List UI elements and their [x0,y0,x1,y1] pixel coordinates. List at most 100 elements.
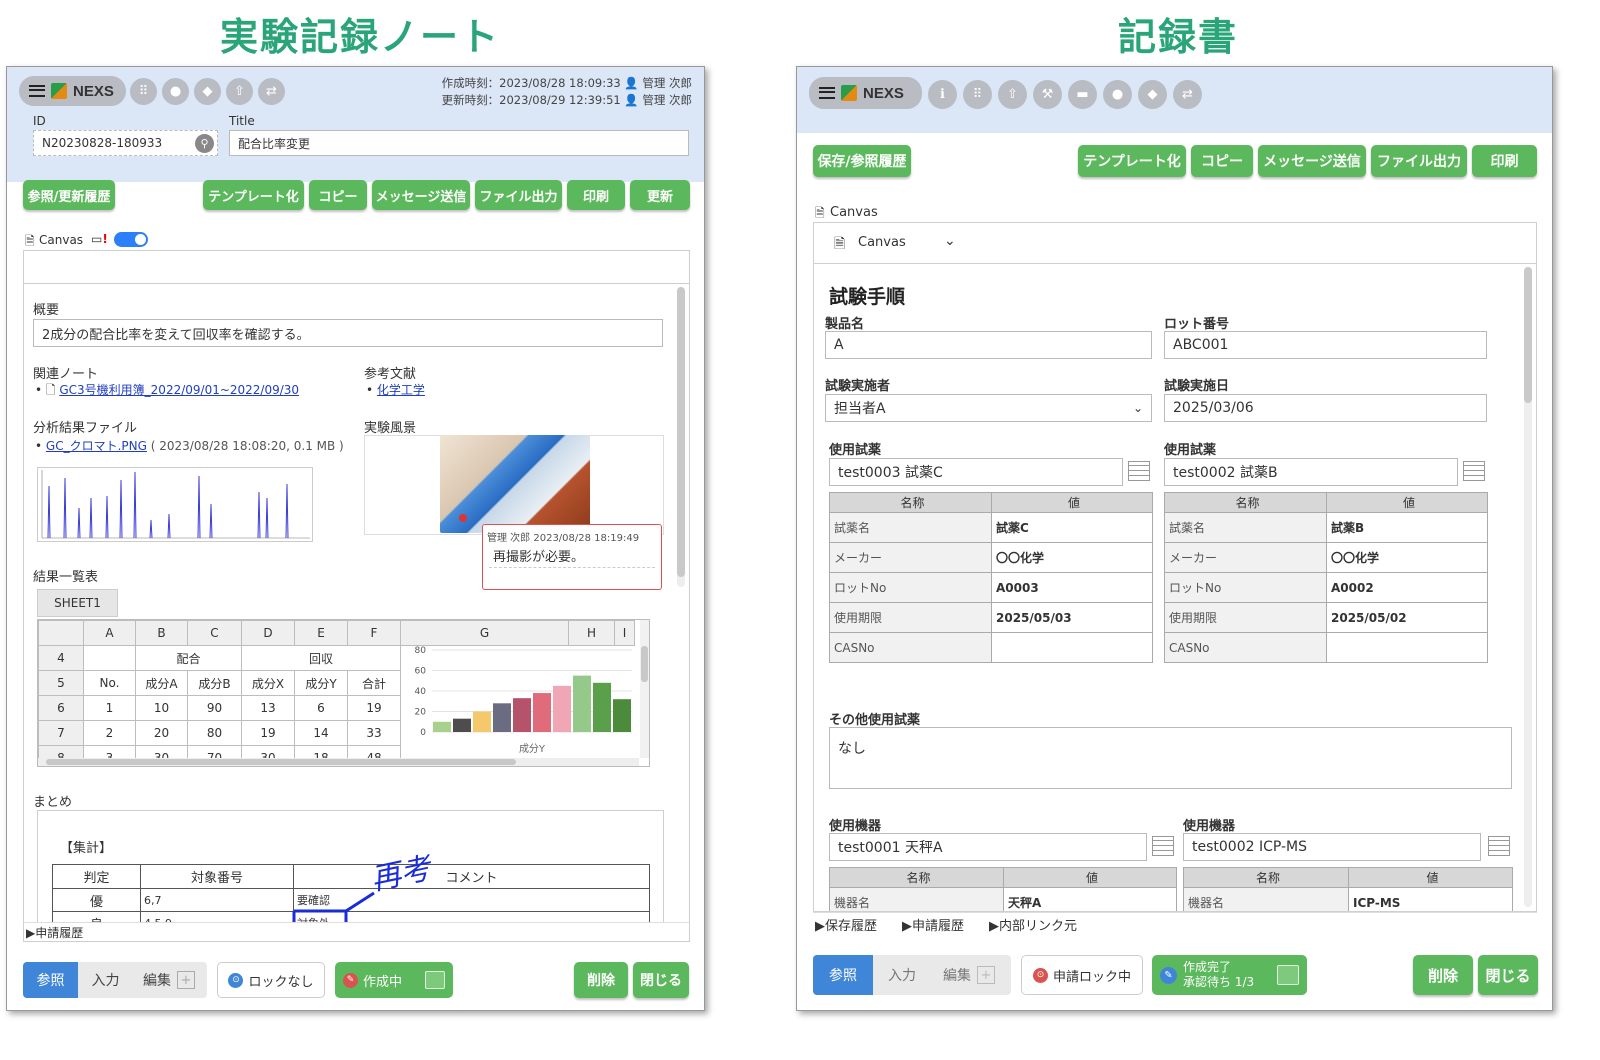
card-icon[interactable]: ▬ [1068,80,1097,109]
kv-value[interactable]: A0002 [1326,572,1488,603]
main-menu-button[interactable]: NEXS [809,77,922,109]
tag-icon[interactable]: ◆ [194,78,221,105]
kv-value[interactable] [1326,632,1488,663]
kv-value[interactable]: 試薬B [1326,512,1488,543]
lock-status-button[interactable]: ⊙ ロックなし [217,962,325,998]
template-button[interactable]: テンプレート化 [1078,145,1186,177]
comment-toggle-icon[interactable]: ▭! [91,232,108,246]
canvas-scroll-thumb[interactable] [677,287,685,577]
product-input[interactable]: A [825,331,1152,359]
share-icon[interactable]: ⠿ [963,80,992,109]
analysis-file-link[interactable]: GC_クロマト.PNG [46,439,147,453]
kv-value[interactable] [991,632,1153,663]
wrench-icon[interactable]: ⚒ [1033,80,1062,109]
upload-icon[interactable]: ⇧ [226,78,253,105]
cell[interactable]: 1 [83,695,136,721]
save-history-link[interactable]: ▶保存履歴 [815,915,877,934]
chromatogram-image[interactable] [37,467,313,542]
kv-value[interactable]: 〇〇化学 [1326,542,1488,573]
cell[interactable]: 10 [135,695,188,721]
history-button[interactable]: 保存/参照履歴 [813,145,911,177]
lock-status-button[interactable]: ⊙ 申請ロック中 [1021,955,1143,995]
table-picker-icon[interactable] [1463,461,1485,481]
chat-icon[interactable]: ● [1103,80,1132,109]
kv-value[interactable]: 〇〇化学 [991,542,1153,573]
apply-history-link[interactable]: ▶申請履歴 [902,915,964,934]
table-picker-icon[interactable] [1128,461,1150,481]
share-icon[interactable]: ⠿ [130,78,157,105]
comment-marker[interactable] [459,514,467,522]
message-button[interactable]: メッセージ送信 [372,180,470,210]
close-button[interactable]: 閉じる [1478,955,1538,995]
kv-value[interactable]: 天秤A [1003,887,1177,911]
sheet-tab[interactable]: SHEET1 [37,589,118,617]
group-cell[interactable]: 回収 [241,645,401,671]
table-picker-icon[interactable] [1488,836,1510,856]
cell[interactable]: 13 [241,695,295,721]
update-button[interactable]: 更新 [630,180,690,210]
other-reagent-textarea[interactable]: なし [829,727,1512,789]
close-button[interactable]: 閉じる [633,962,689,998]
workflow-icon[interactable]: ⇄ [1173,80,1202,109]
comment-toggle[interactable] [114,232,148,247]
export-button[interactable]: ファイル出力 [475,180,562,210]
summary-field[interactable]: 2成分の配合比率を変えて回収率を確認する。 [33,319,663,347]
kv-value[interactable]: 試薬C [991,512,1153,543]
cell[interactable]: 14 [294,720,348,746]
lot-input[interactable]: ABC001 [1164,331,1487,359]
print-button[interactable]: 印刷 [567,180,625,210]
delete-button[interactable]: 削除 [574,962,628,998]
input-mode-button[interactable]: 入力 [78,962,133,998]
apply-history-toggle[interactable]: ▶申請履歴 [26,924,83,941]
kv-value[interactable]: 2025/05/03 [991,602,1153,633]
table-picker-icon[interactable] [1152,836,1174,856]
cell[interactable]: 6 [294,695,348,721]
message-button[interactable]: メッセージ送信 [1258,145,1366,177]
internal-link-source[interactable]: ▶内部リンク元 [989,915,1077,934]
equip1-input[interactable]: test0001 天秤A [829,833,1147,861]
edit-mode-button[interactable]: 編集 + [931,955,1011,995]
print-button[interactable]: 印刷 [1472,145,1537,177]
summary2-box[interactable]: 【集計】 判定 対象番号 コメント 優 6,7 要確認 良 4,5,9 対象外 … [37,810,664,935]
canvas-scroll-thumb[interactable] [1524,267,1532,403]
date-input[interactable]: 2025/03/06 [1164,394,1487,422]
tag-icon[interactable]: ◆ [1138,80,1167,109]
cell[interactable]: 成分X [241,670,295,696]
reagent1-input[interactable]: test0003 試薬C [829,458,1123,486]
cell[interactable]: 19 [347,695,401,721]
kv-value[interactable]: ICP-MS [1348,887,1513,911]
workflow-icon[interactable]: ⇄ [258,78,285,105]
input-mode-button[interactable]: 入力 [873,955,931,995]
cell[interactable]: 成分B [187,670,242,696]
related-note-link[interactable]: GC3号機利用簿_2022/09/01~2022/09/30 [59,383,299,397]
info-icon[interactable]: ℹ [928,80,957,109]
cell[interactable]: 19 [241,720,295,746]
link-icon[interactable]: ⚲ [195,134,214,153]
view-mode-button[interactable]: 参照 [23,962,78,998]
title-input[interactable]: 配合比率変更 [229,130,689,156]
sheet-hscroll[interactable] [38,758,639,766]
cell[interactable]: 20 [135,720,188,746]
template-button[interactable]: テンプレート化 [203,180,304,210]
reference-link[interactable]: 化学工学 [377,383,425,397]
delete-button[interactable]: 削除 [1413,955,1473,995]
cell[interactable]: No. [83,670,136,696]
status-button[interactable]: ✎ 作成完了 承認待ち 1/3 [1152,955,1307,995]
kv-value[interactable]: A0003 [991,572,1153,603]
edit-mode-button[interactable]: 編集 + [133,962,207,998]
tester-select[interactable]: 担当者A ⌄ [825,394,1152,422]
cell[interactable]: 90 [187,695,242,721]
chat-icon[interactable]: ● [162,78,189,105]
export-button[interactable]: ファイル出力 [1371,145,1467,177]
group-cell[interactable]: 配合 [135,645,242,671]
history-button[interactable]: 参照/更新履歴 [23,180,115,210]
spreadsheet[interactable]: A B C D E F G H I 4 配合 回収 5 No. 成分A 成分B … [37,619,650,767]
cell[interactable]: 33 [347,720,401,746]
reagent2-input[interactable]: test0002 試薬B [1164,458,1458,486]
chevron-down-icon[interactable]: ⌄ [944,233,956,249]
cell[interactable]: 80 [187,720,242,746]
kv-value[interactable]: 2025/05/02 [1326,602,1488,633]
cell[interactable]: 2 [83,720,136,746]
result-bar-chart[interactable]: 0 20 40 60 80 成分Y [402,646,640,756]
agg-cell[interactable]: 優 [52,888,141,912]
